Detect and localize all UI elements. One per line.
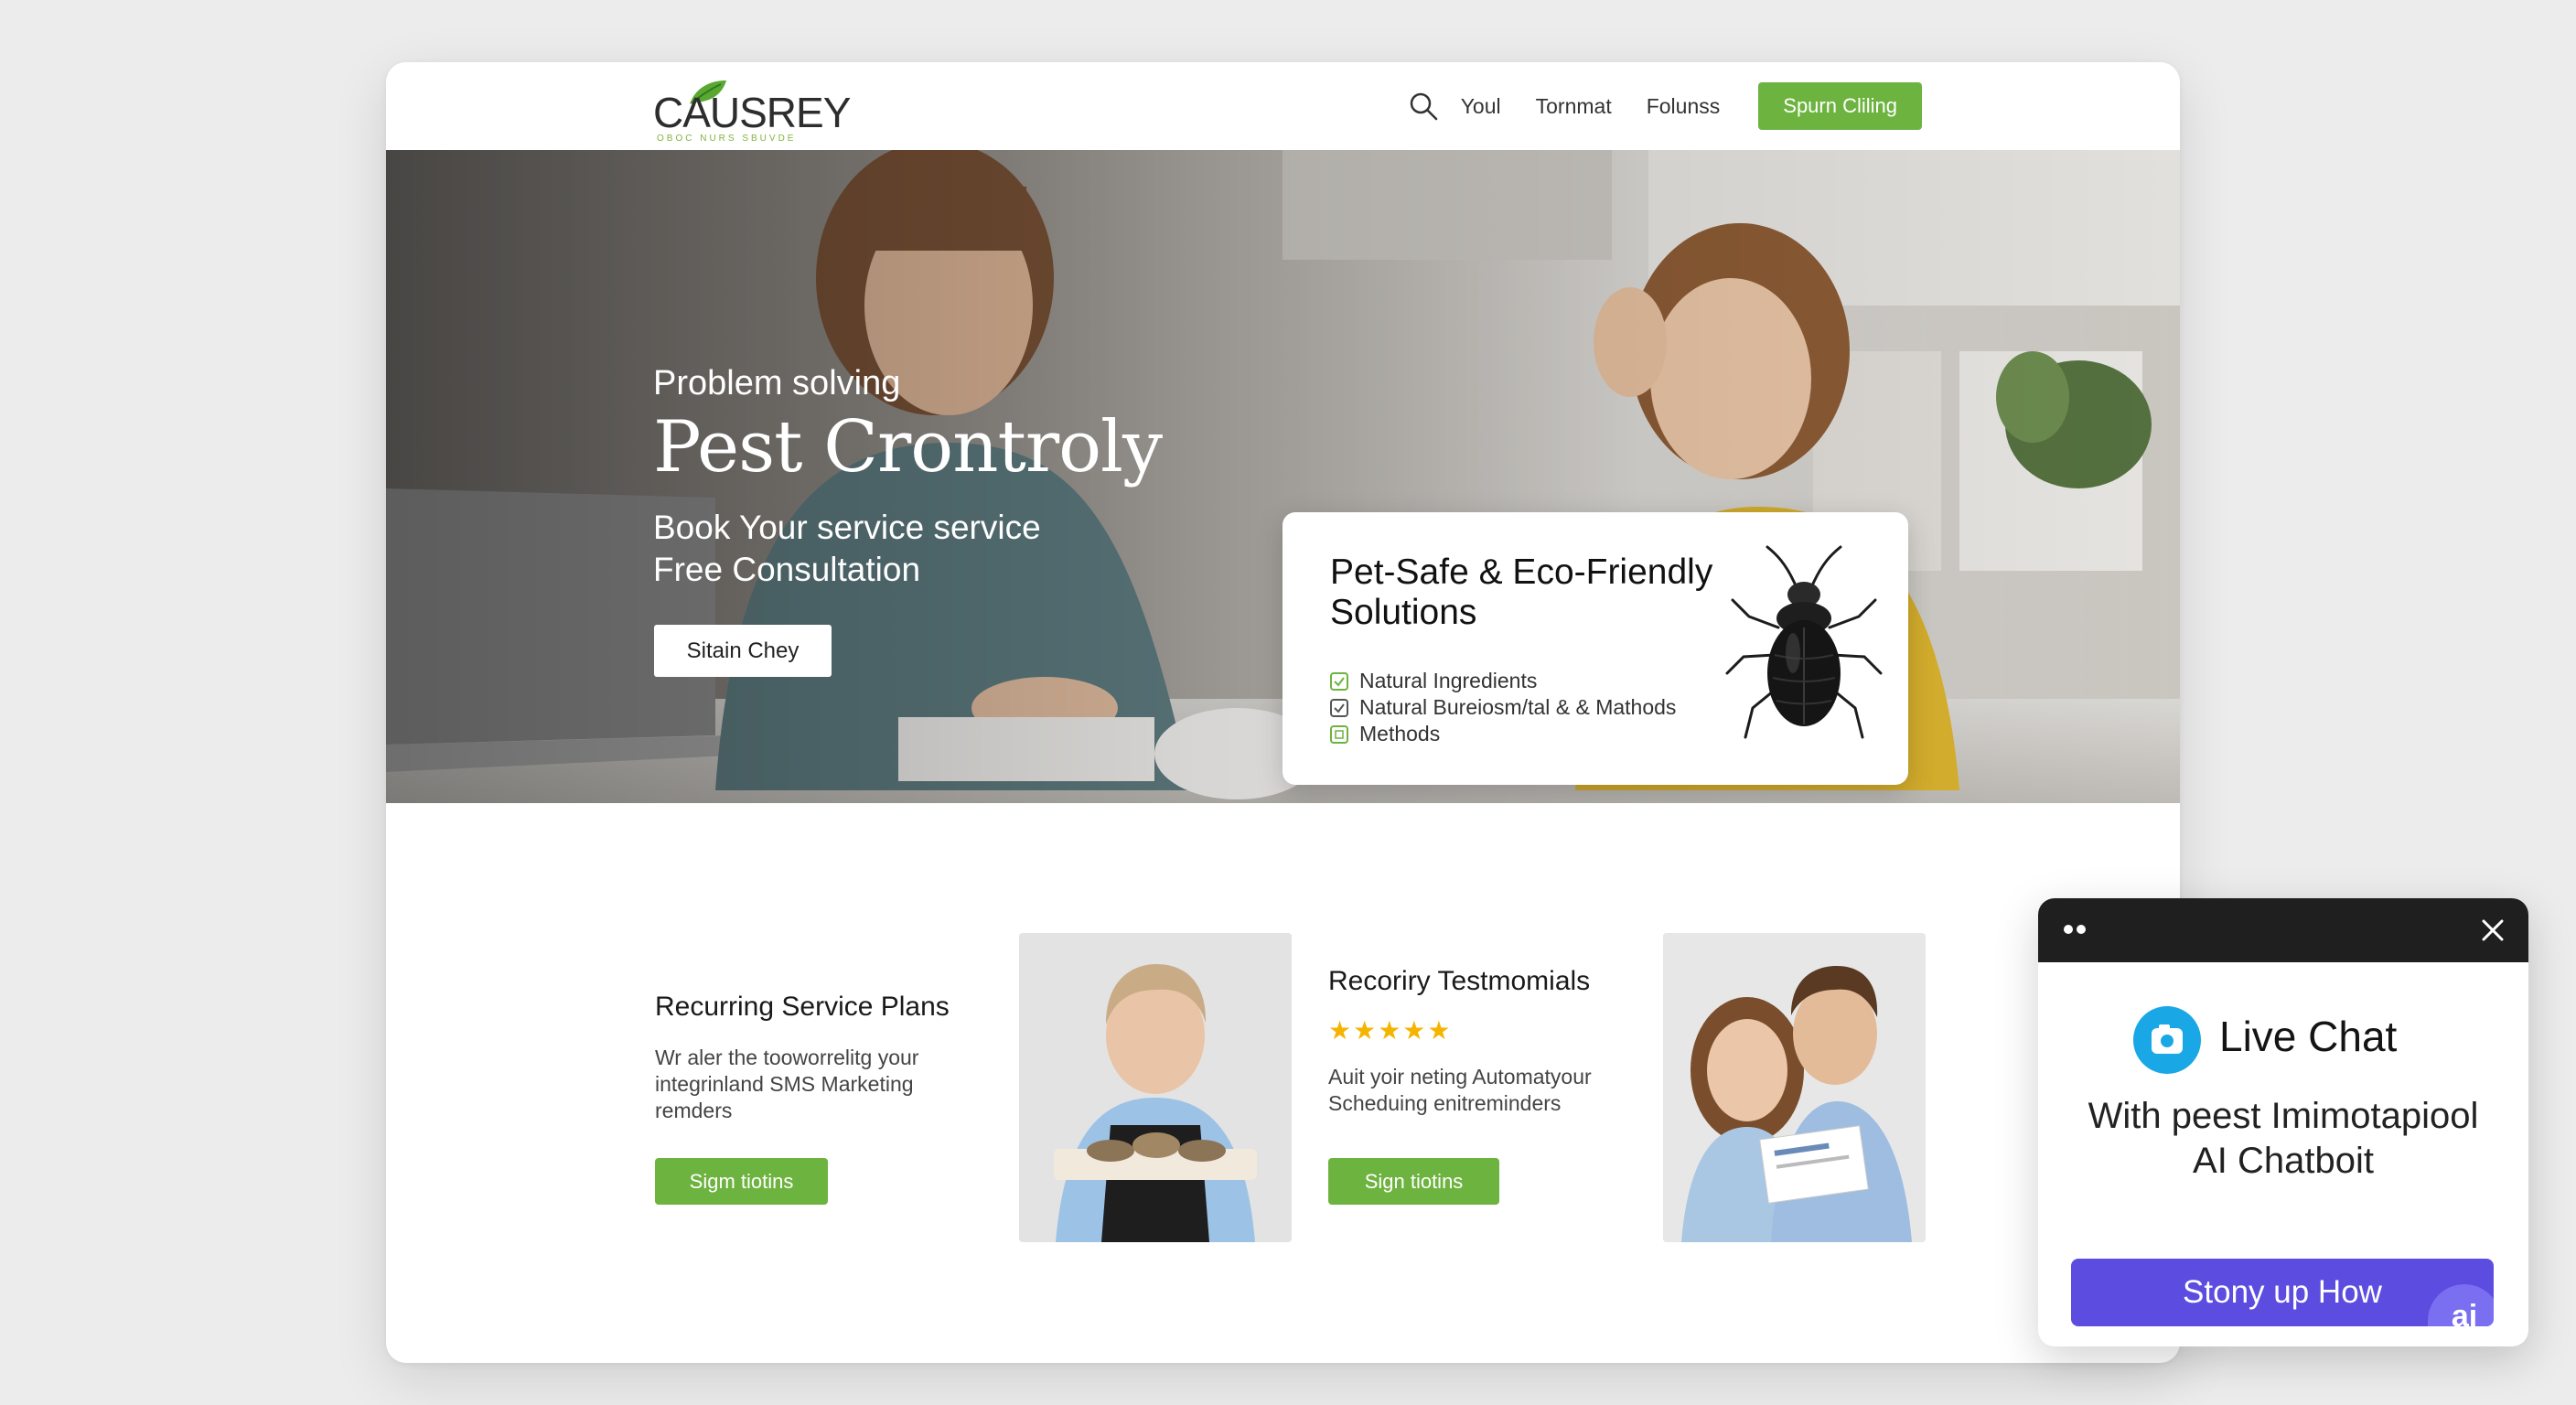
plans-title: Recurring Service Plans bbox=[655, 992, 950, 1022]
chat-titlebar bbox=[2038, 898, 2528, 962]
hero-subtitle-line-2: Free Consultation bbox=[653, 551, 921, 588]
search-icon[interactable] bbox=[1408, 91, 1439, 122]
chat-title: Live Chat bbox=[2219, 1013, 2398, 1060]
eco-friendly-card: Pet-Safe & Eco-Friendly Solutions Natura… bbox=[1283, 512, 1908, 785]
list-item: Natural Ingredients bbox=[1330, 668, 1676, 694]
service-worker-photo bbox=[1019, 933, 1292, 1242]
beetle-icon bbox=[1725, 545, 1883, 739]
dots-icon[interactable] bbox=[2063, 923, 2090, 936]
chat-start-label: Stony up How bbox=[2183, 1274, 2382, 1310]
testimonials-section: Recoriry Testmomials ★★★★★ Auit yoir net… bbox=[1328, 966, 1639, 1117]
plans-desc-line: integrinland SMS Marketing bbox=[655, 1072, 914, 1096]
testimonials-description: Auit yoir neting Automatyour Scheduing e… bbox=[1328, 1064, 1639, 1117]
testimonials-desc-line: Auit yoir neting Automatyour bbox=[1328, 1065, 1592, 1089]
hero-section: Problem solving Pest Crontroly Book Your… bbox=[386, 150, 2180, 803]
eco-item-label: Natural Bureiosm/tal & & Mathods bbox=[1359, 695, 1677, 719]
ai-badge: ai bbox=[2428, 1284, 2494, 1326]
hero-eyebrow: Problem solving bbox=[653, 364, 901, 402]
chat-subtitle: With peest Imimotapiool AI Chatboit bbox=[2056, 1094, 2510, 1184]
nav-link-2[interactable]: Tornmat bbox=[1536, 94, 1612, 119]
chat-subtitle-line-1: With peest Imimotapiool bbox=[2088, 1096, 2479, 1136]
brand-logo[interactable]: CAUSREY OBOC NURS SBUVDE bbox=[653, 80, 873, 144]
hero-subtitle-line-1: Book Your service service bbox=[653, 509, 1041, 546]
hero-subtitle: Book Your service service Free Consultat… bbox=[653, 507, 1129, 591]
list-item: Natural Bureiosm/tal & & Mathods bbox=[1330, 694, 1676, 721]
plans-desc-line: Wr aler the tooworrelitg your bbox=[655, 1046, 919, 1069]
rating-stars: ★★★★★ bbox=[1328, 1016, 1453, 1045]
nav-link-1[interactable]: Youl bbox=[1461, 94, 1501, 119]
live-chat-widget: Live Chat With peest Imimotapiool AI Cha… bbox=[2038, 898, 2528, 1346]
nav-link-3[interactable]: Folunss bbox=[1647, 94, 1721, 119]
landing-page: CAUSREY OBOC NURS SBUVDE Youl Tornmat Fo… bbox=[386, 62, 2180, 1363]
close-icon[interactable] bbox=[2477, 915, 2508, 946]
testimonials-signup-button[interactable]: Sign tiotins bbox=[1328, 1158, 1499, 1205]
top-nav: Youl Tornmat Folunss Spurn Cliling bbox=[1408, 82, 1922, 130]
checkbox-icon bbox=[1330, 698, 1348, 717]
eco-feature-list: Natural Ingredients Natural Bureiosm/tal… bbox=[1330, 668, 1676, 747]
testimonials-title: Recoriry Testmomials bbox=[1328, 966, 1591, 996]
eco-card-title: Pet-Safe & Eco-Friendly Solutions bbox=[1330, 552, 1713, 632]
brand-name: CAUSREY bbox=[653, 89, 851, 136]
camera-icon bbox=[2152, 1024, 2183, 1054]
plans-signup-button[interactable]: Sigm tiotins bbox=[655, 1158, 828, 1205]
recurring-plans-section: Recurring Service Plans Wr aler the toow… bbox=[655, 992, 975, 1124]
eco-item-label: Methods bbox=[1359, 722, 1441, 745]
checkbox-icon bbox=[1330, 724, 1348, 744]
chat-bot-avatar bbox=[2133, 1006, 2201, 1074]
plans-desc-line: remders bbox=[655, 1099, 733, 1122]
checkbox-icon bbox=[1330, 671, 1348, 691]
testimonials-desc-line: Scheduing enitreminders bbox=[1328, 1091, 1562, 1115]
site-header: CAUSREY OBOC NURS SBUVDE Youl Tornmat Fo… bbox=[386, 62, 2180, 150]
brand-tagline: OBOC NURS SBUVDE bbox=[657, 134, 797, 144]
chat-subtitle-line-2: AI Chatboit bbox=[2193, 1141, 2374, 1181]
hero-title: Pest Crontroly bbox=[653, 406, 1163, 488]
eco-item-label: Natural Ingredients bbox=[1359, 669, 1538, 692]
happy-customers-photo bbox=[1663, 933, 1926, 1242]
chat-start-button[interactable]: Stony up How ai bbox=[2071, 1259, 2494, 1326]
list-item: Methods bbox=[1330, 721, 1676, 747]
hero-cta-button[interactable]: Sitain Chey bbox=[654, 625, 832, 677]
plans-description: Wr aler the tooworrelitg your integrinla… bbox=[655, 1045, 975, 1124]
header-cta-button[interactable]: Spurn Cliling bbox=[1758, 82, 1922, 130]
